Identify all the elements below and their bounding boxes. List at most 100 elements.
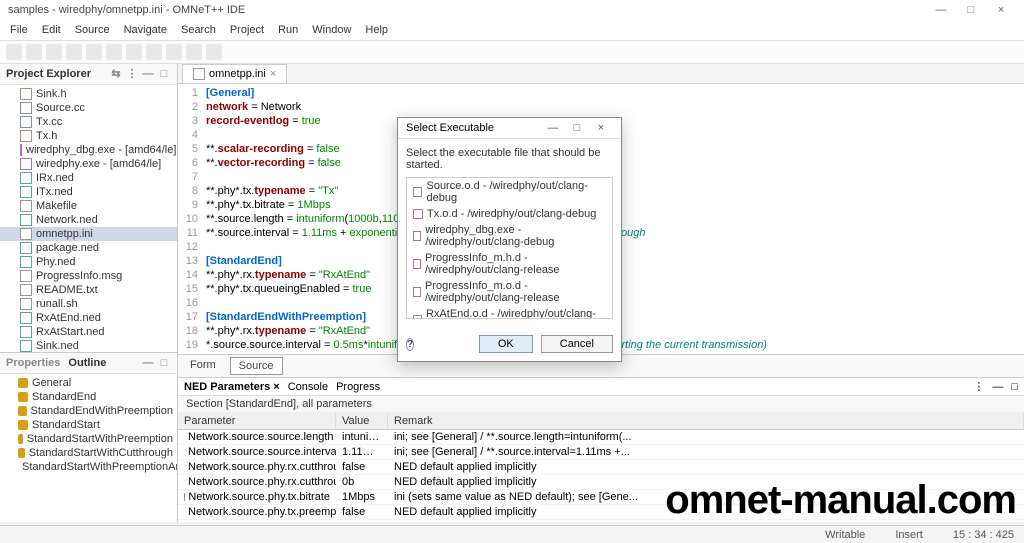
executable-item[interactable]: ProgressInfo_m.o.d - /wiredphy/out/clang… [407, 278, 612, 306]
file-item[interactable]: IRx.ned [0, 171, 177, 185]
dialog-max-icon[interactable]: □ [565, 122, 589, 134]
menu-help[interactable]: Help [359, 22, 394, 38]
menu-search[interactable]: Search [175, 22, 222, 38]
file-item[interactable]: wiredphy_dbg.exe - [amd64/le] [0, 143, 177, 157]
dialog-min-icon[interactable]: — [541, 122, 565, 134]
debug-icon[interactable] [86, 44, 102, 60]
file-item[interactable]: Tx.cc [0, 115, 177, 129]
code-text: **.phy*.tx.queueingEnabled = true [206, 282, 371, 296]
executable-item[interactable]: Tx.o.d - /wiredphy/out/clang-debug [407, 206, 612, 222]
param-remark: NED default applied implicitly [388, 460, 1024, 474]
back-icon[interactable] [186, 44, 202, 60]
param-row[interactable]: Network.source.phy.rx.cutthroughfalseNED… [178, 460, 1024, 475]
editor-tab-omnetpp[interactable]: omnetpp.ini × [182, 64, 287, 83]
code-text: **.vector-recording = false [206, 156, 341, 170]
file-item[interactable]: RxAtEnd.ned [0, 311, 177, 325]
panel-menu-icon[interactable]: ⋮ [973, 380, 984, 393]
file-item[interactable]: Source.cc [0, 101, 177, 115]
file-item[interactable]: Network.ned [0, 213, 177, 227]
run-icon[interactable] [106, 44, 122, 60]
outline-item[interactable]: StandardStartWithCutthrough [0, 446, 177, 460]
menu-edit[interactable]: Edit [36, 22, 67, 38]
file-label: Network.ned [36, 214, 98, 226]
param-row[interactable]: Network.source.source.lengthintuniform(1… [178, 430, 1024, 445]
file-item[interactable]: Tx.h [0, 129, 177, 143]
save-icon[interactable] [26, 44, 42, 60]
file-label: Source.cc [36, 102, 85, 114]
maximize-button[interactable]: □ [956, 4, 986, 16]
menu-source[interactable]: Source [69, 22, 116, 38]
tab-properties[interactable]: Properties [6, 357, 60, 369]
executable-item[interactable]: Source.o.d - /wiredphy/out/clang-debug [407, 178, 612, 206]
menu-project[interactable]: Project [224, 22, 270, 38]
dialog-titlebar[interactable]: Select Executable — □ × [398, 118, 621, 139]
executable-item[interactable]: RxAtEnd.o.d - /wiredphy/out/clang-releas… [407, 306, 612, 319]
editor-tab-label: omnetpp.ini [209, 68, 266, 80]
tab-close-icon[interactable]: × [270, 68, 276, 80]
dialog-close-icon[interactable]: × [589, 122, 613, 134]
panel-min-icon[interactable]: — [992, 381, 1003, 393]
file-item[interactable]: Sink.ned [0, 339, 177, 352]
param-name: Network.source.source.length [188, 431, 334, 443]
collapse-icon[interactable]: ⇆ [109, 67, 123, 81]
file-item[interactable]: ProgressInfo.msg [0, 269, 177, 283]
col-header-value[interactable]: Value [336, 413, 388, 429]
param-row[interactable]: Network.source.source.interval1.11ms + e… [178, 445, 1024, 460]
file-item[interactable]: wiredphy.exe - [amd64/le] [0, 157, 177, 171]
minimize-view-icon[interactable]: — [141, 67, 155, 81]
panel-max-icon[interactable]: □ [1011, 381, 1018, 393]
outline-tree[interactable]: GeneralStandardEndStandardEndWithPreempt… [0, 374, 177, 522]
ok-button[interactable]: OK [479, 335, 533, 353]
file-item[interactable]: Makefile [0, 199, 177, 213]
link-editor-icon[interactable]: ⋮ [125, 67, 139, 81]
project-explorer-tree[interactable]: Sink.hSource.ccTx.ccTx.hwiredphy_dbg.exe… [0, 85, 177, 352]
outline-max-icon[interactable]: □ [157, 356, 171, 370]
outline-item[interactable]: StandardStartWithPreemptionAndCutthrough [0, 460, 177, 474]
file-item[interactable]: omnetpp.ini [0, 227, 177, 241]
outline-item[interactable]: General [0, 376, 177, 390]
menu-file[interactable]: File [4, 22, 34, 38]
outline-item[interactable]: StandardEndWithPreemption [0, 404, 177, 418]
line-number: 1 [178, 86, 206, 100]
outline-item[interactable]: StandardStartWithPreemption [0, 432, 177, 446]
menu-window[interactable]: Window [306, 22, 357, 38]
minimize-button[interactable]: — [926, 4, 956, 16]
file-item[interactable]: Phy.ned [0, 255, 177, 269]
outline-item[interactable]: StandardEnd [0, 390, 177, 404]
file-item[interactable]: Sink.h [0, 87, 177, 101]
form-tab[interactable]: Form [182, 357, 224, 375]
tab-progress[interactable]: Progress [336, 381, 380, 393]
file-item[interactable]: README.txt [0, 283, 177, 297]
executable-list[interactable]: Source.o.d - /wiredphy/out/clang-debugTx… [406, 177, 613, 319]
build-icon[interactable] [66, 44, 82, 60]
col-header-parameter[interactable]: Parameter [178, 413, 336, 429]
file-icon [20, 88, 32, 100]
source-tab[interactable]: Source [230, 357, 283, 375]
project-explorer-title: Project Explorer [6, 68, 91, 80]
col-header-remark[interactable]: Remark [388, 413, 1024, 429]
tab-outline[interactable]: Outline [68, 357, 106, 369]
file-item[interactable]: package.ned [0, 241, 177, 255]
outline-item[interactable]: StandardStart [0, 418, 177, 432]
tab-ned-params[interactable]: NED Parameters × [184, 381, 280, 393]
tab-console[interactable]: Console [288, 381, 328, 393]
outline-min-icon[interactable]: — [141, 356, 155, 370]
config-icon [18, 406, 27, 416]
help-button[interactable]: ? [406, 338, 471, 351]
file-item[interactable]: RxAtStart.ned [0, 325, 177, 339]
save-all-icon[interactable] [46, 44, 62, 60]
maximize-view-icon[interactable]: □ [157, 67, 171, 81]
executable-item[interactable]: ProgressInfo_m.h.d - /wiredphy/out/clang… [407, 250, 612, 278]
close-button[interactable]: × [986, 4, 1016, 16]
executable-item[interactable]: wiredphy_dbg.exe - /wiredphy/out/clang-d… [407, 222, 612, 250]
menu-run[interactable]: Run [272, 22, 304, 38]
menu-navigate[interactable]: Navigate [118, 22, 173, 38]
stop-icon[interactable] [146, 44, 162, 60]
profile-icon[interactable] [126, 44, 142, 60]
file-item[interactable]: ITx.ned [0, 185, 177, 199]
file-item[interactable]: runall.sh [0, 297, 177, 311]
cancel-button[interactable]: Cancel [541, 335, 613, 353]
new-icon[interactable] [6, 44, 22, 60]
search-icon[interactable] [166, 44, 182, 60]
forward-icon[interactable] [206, 44, 222, 60]
